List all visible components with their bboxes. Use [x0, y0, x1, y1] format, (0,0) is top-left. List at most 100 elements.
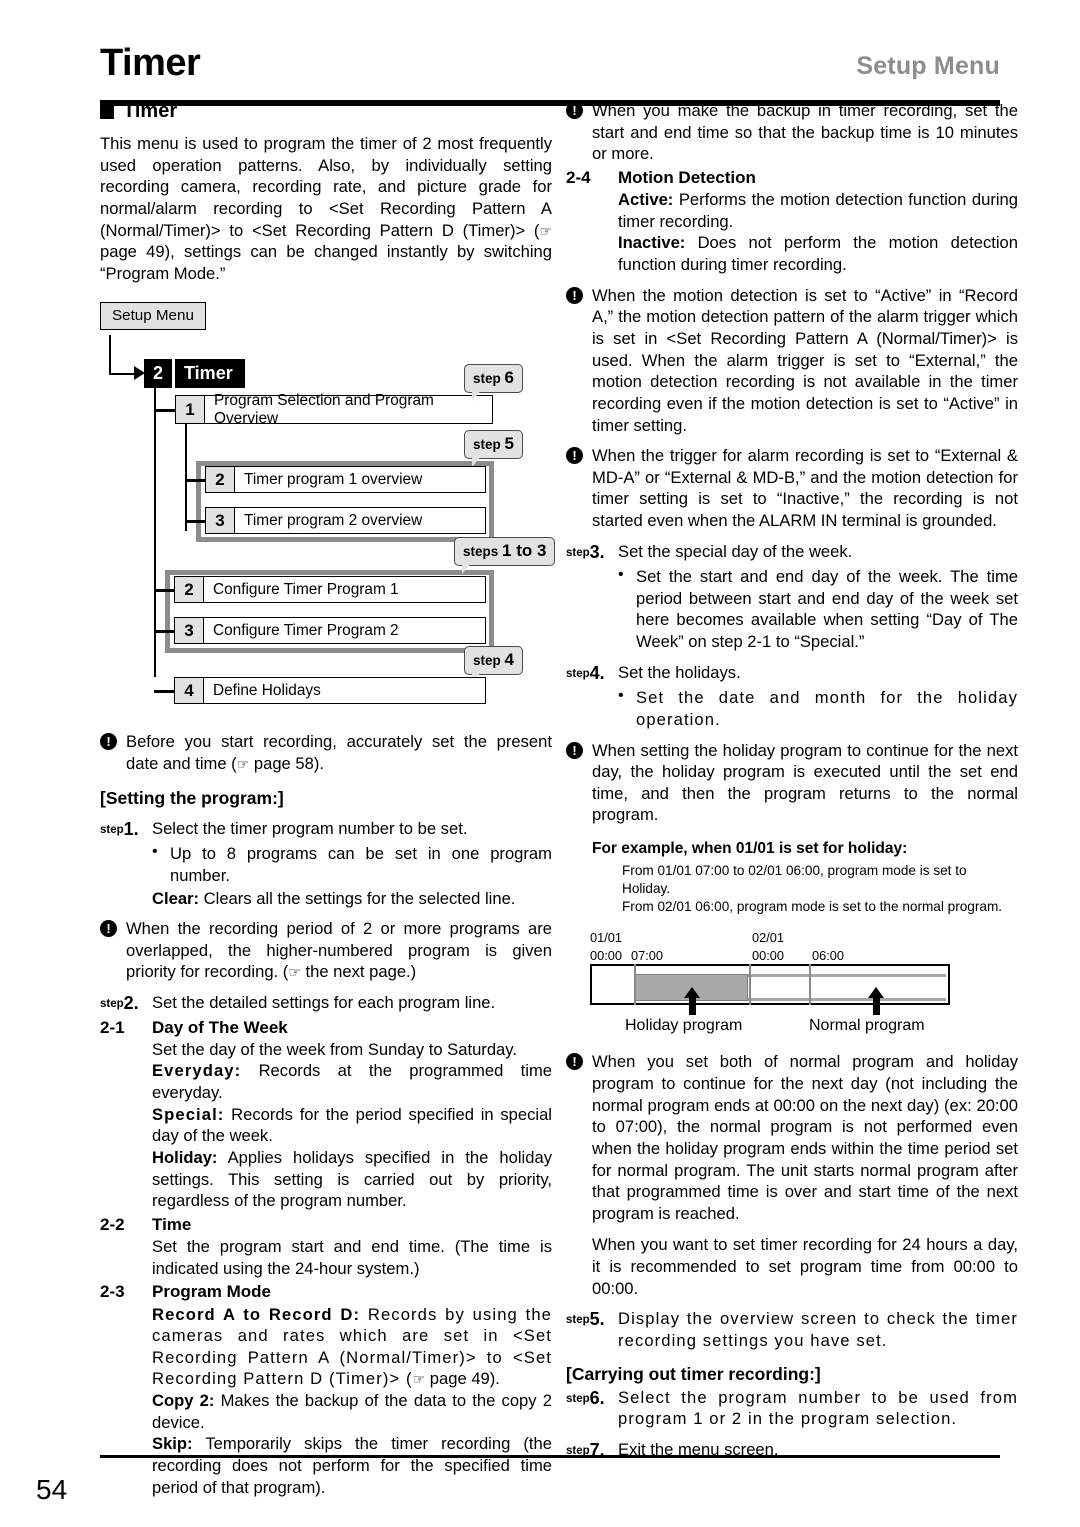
- everyday-label: Everyday:: [152, 1061, 242, 1081]
- step-1-bullet: • Up to 8 programs can be set in one pro…: [152, 843, 552, 886]
- item-2-2: 2-2 Time: [100, 1214, 552, 1236]
- exclamation-icon: !: [566, 102, 583, 119]
- record-a-to-d-tail: page 49).: [425, 1369, 500, 1389]
- item-2-4-title: Motion Detection: [618, 167, 756, 187]
- flow-subspine-overview: [185, 424, 188, 532]
- intro-paragraph: This menu is used to program the timer o…: [100, 133, 552, 284]
- note-alarm-trigger: ! When the trigger for alarm recording is…: [566, 445, 1018, 532]
- exclamation-icon: !: [100, 920, 117, 938]
- step-5-number: step5.: [566, 1308, 618, 1351]
- exclamation-icon: !: [100, 733, 117, 751]
- flow-connector-row5: [154, 630, 175, 633]
- timeline-tick-0700: [634, 964, 636, 1006]
- note-holiday-continue: ! When setting the holiday program to con…: [566, 740, 1018, 827]
- timeline-arrow-normal-head-icon: [868, 987, 884, 999]
- note-backup: ! When you make the backup in timer recor…: [566, 100, 1018, 165]
- page-header: Timer Setup Menu: [0, 22, 1080, 106]
- flow-row-3: 3 Timer program 2 overview: [205, 507, 486, 535]
- step-4: step4. Set the holidays.: [566, 662, 1018, 685]
- flow-row-5: 3 Configure Timer Program 2: [174, 617, 486, 645]
- timeline-time-0600: 06:00: [812, 948, 845, 964]
- callout-steps-1-to-3-number: 1 to 3: [502, 541, 547, 561]
- timeline-tick-0600: [809, 964, 811, 1006]
- pointing-hand-icon: ☞: [539, 223, 552, 240]
- bullet-square-icon: [100, 104, 114, 119]
- flow-row-5-label: Configure Timer Program 2: [213, 621, 399, 639]
- flow-row-2-label: Timer program 1 overview: [244, 470, 423, 488]
- callout-step-5-word: step: [473, 437, 501, 453]
- right-column: ! When you make the backup in timer recor…: [566, 100, 1018, 1462]
- step-5-word: step: [566, 1314, 590, 1327]
- page-number: 54: [36, 1474, 68, 1505]
- step-6-number: step6.: [566, 1387, 618, 1430]
- step-5: step5. Display the overview screen to ch…: [566, 1308, 1018, 1351]
- item-2-2-title: Time: [152, 1214, 192, 1234]
- step-4-num: 4.: [589, 662, 605, 683]
- callout-step-6-word: step: [473, 371, 501, 387]
- callout-step-4-number: 4: [504, 650, 514, 670]
- note-backup-text: When you make the backup in timer record…: [592, 101, 1018, 164]
- step-1-clear-label: Clear:: [152, 888, 200, 908]
- setting-the-program-heading: [Setting the program:]: [100, 787, 284, 808]
- step-4-bullet-text: Set the date and month for the holiday o…: [636, 688, 1018, 729]
- item-2-3-copy: Copy 2: Makes the backup of the data to …: [152, 1390, 552, 1433]
- step-2: step2. Set the detailed settings for eac…: [100, 992, 552, 1015]
- callout-steps-1-to-3-tail: [462, 562, 472, 575]
- item-2-2-text: Set the program start and end time. (The…: [152, 1237, 552, 1278]
- bullet-dot-icon: •: [618, 566, 624, 584]
- timeline-date-mid: 02/01: [752, 930, 785, 946]
- step-5-text: Display the overview screen to check the…: [618, 1309, 1018, 1350]
- step-2-text: Set the detailed settings for each progr…: [152, 993, 496, 1013]
- timeline-time-0000-b: 00:00: [752, 948, 785, 964]
- flow-root-setup-menu: Setup Menu: [100, 302, 206, 331]
- step-1-clear: Clear: Clears all the settings for the s…: [152, 888, 552, 910]
- page-title: Timer: [100, 42, 201, 84]
- flow-row-2-number: 2: [206, 467, 235, 493]
- item-2-1-title: Day of The Week: [152, 1017, 288, 1037]
- item-2-4-active: Active: Performs the motion detection fu…: [618, 189, 1018, 232]
- step-1-bullet-text: Up to 8 programs can be set in one progr…: [170, 844, 552, 885]
- section-heading-text: Timer: [123, 100, 178, 122]
- note-overlap: ! When the recording period of 2 or more …: [100, 918, 552, 983]
- step-1-word: step: [100, 823, 124, 836]
- flow-row-6-number: 4: [175, 678, 204, 704]
- bullet-dot-icon: •: [618, 687, 624, 705]
- callout-steps-1-to-3-word: steps: [463, 544, 499, 560]
- exclamation-icon: !: [566, 286, 583, 304]
- step-5-num: 5.: [589, 1309, 605, 1330]
- step-1-number: step1.: [100, 818, 152, 841]
- callout-step-4-word: step: [473, 653, 501, 669]
- step-7: step7. Exit the menu screen.: [566, 1439, 1018, 1462]
- note-overlap-tail: the next page.): [300, 962, 417, 982]
- step-3-bullet: • Set the start and end day of the week.…: [618, 566, 1018, 653]
- step-4-word: step: [566, 667, 590, 680]
- section-heading: Timer: [100, 100, 552, 123]
- flow-connector-row2: [185, 479, 206, 482]
- manual-page: Timer Setup Menu Timer This menu is used…: [0, 0, 1080, 1527]
- step-1-text: Select the timer program number to be se…: [152, 818, 468, 838]
- active-label: Active:: [618, 190, 674, 210]
- item-2-3-title: Program Mode: [152, 1282, 272, 1302]
- note-motion-detection: ! When the motion detection is set to “Ac…: [566, 285, 1018, 436]
- note-holiday-continue-text: When setting the holiday program to cont…: [592, 740, 1018, 825]
- skip-label: Skip:: [152, 1434, 193, 1454]
- pointing-hand-icon: ☞: [288, 965, 301, 982]
- item-2-1-holiday: Holiday: Applies holidays specified in t…: [152, 1147, 552, 1212]
- pointing-hand-icon: ☞: [236, 757, 250, 774]
- note-alarm-trigger-text: When the trigger for alarm recording is …: [592, 446, 1018, 531]
- bullet-dot-icon: •: [152, 843, 158, 861]
- skip-text: Temporarily skips the timer recording (t…: [152, 1434, 552, 1497]
- step-1: step1. Select the timer program number t…: [100, 818, 552, 841]
- flow-row-5-number: 3: [175, 618, 204, 644]
- intro-text-a: This menu is used to program the timer o…: [100, 134, 552, 240]
- flow-row-4-label: Configure Timer Program 1: [213, 580, 399, 598]
- step-3-bullet-text: Set the start and end day of the week. T…: [636, 567, 1018, 652]
- note-set-date: ! Before you start recording, accurately …: [100, 731, 552, 774]
- flow-row-2: 2 Timer program 1 overview: [205, 466, 486, 494]
- flow-row-1-number: 1: [176, 396, 205, 424]
- holiday-timeline-figure: 01/01 02/01 00:00 07:00 00:00 06:00 Holi…: [566, 930, 1018, 1045]
- active-text: Performs the motion detection function d…: [618, 190, 1018, 231]
- item-2-4: 2-4 Motion Detection: [566, 167, 1018, 189]
- step-6-word: step: [566, 1392, 590, 1405]
- item-2-3-number: 2-3: [100, 1282, 125, 1302]
